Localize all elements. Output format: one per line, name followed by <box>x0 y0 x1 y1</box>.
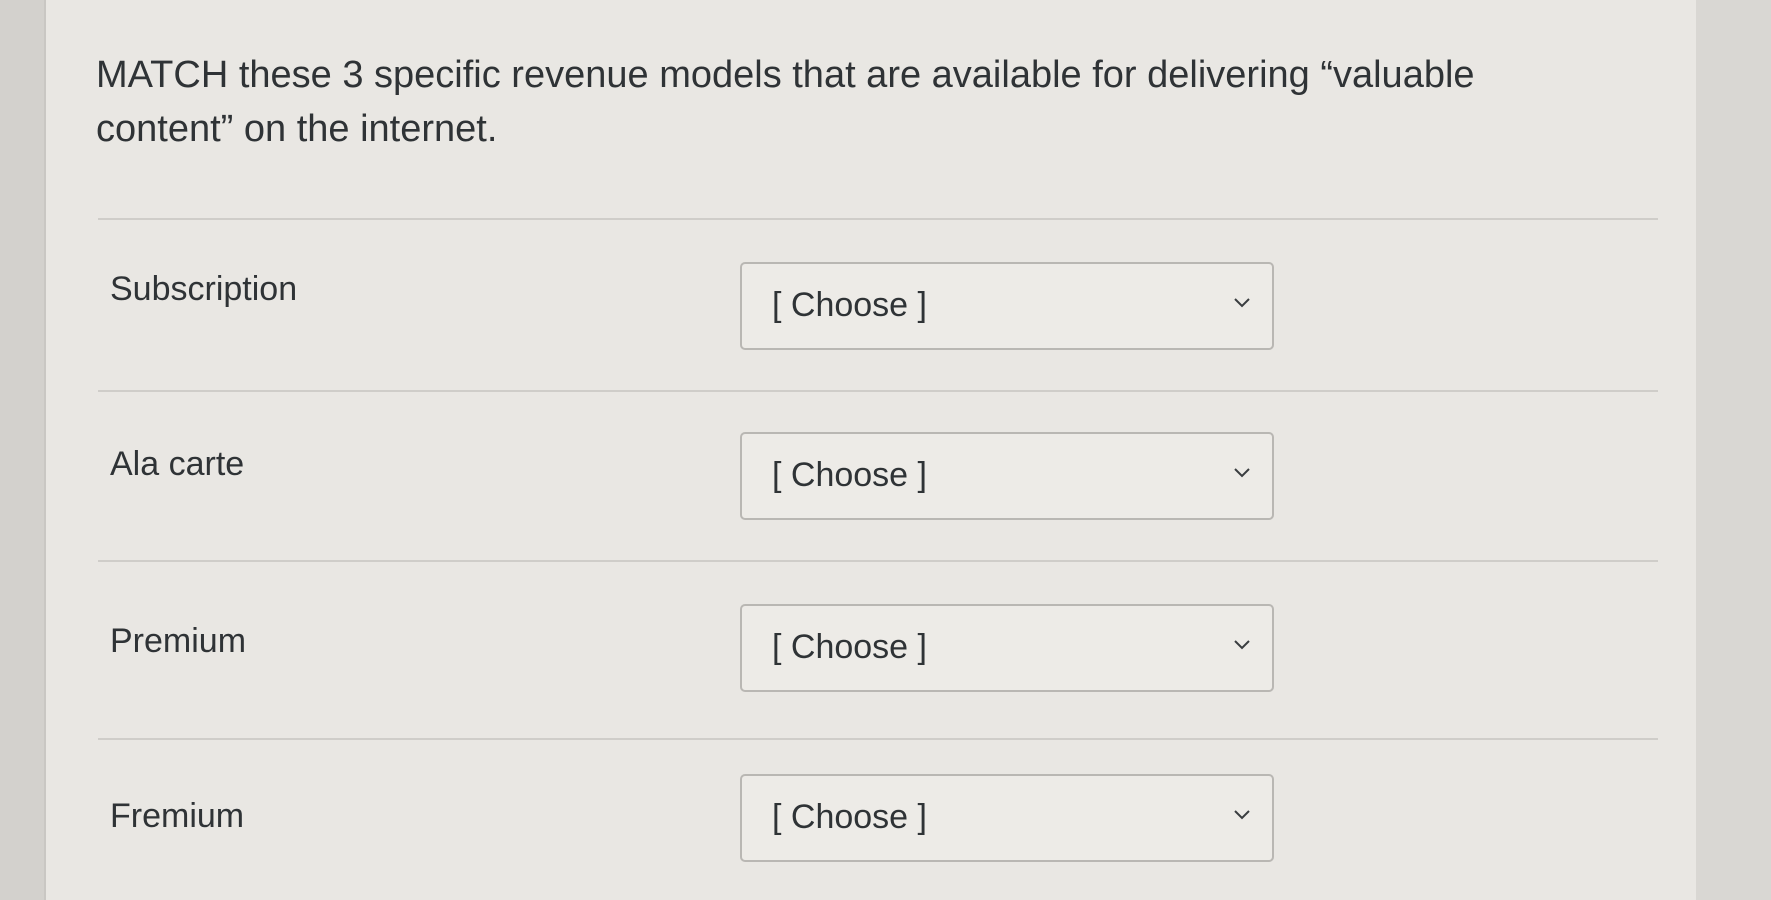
chevron-down-icon <box>1234 468 1250 482</box>
page-background-right <box>1696 0 1771 900</box>
divider <box>98 390 1658 392</box>
answer-select-fremium[interactable]: [ Choose ] <box>740 774 1274 862</box>
chevron-down-icon <box>1234 298 1250 312</box>
match-item-label: Fremium <box>110 797 245 835</box>
select-value: [ Choose ] <box>772 286 927 324</box>
question-text: MATCH these 3 specific revenue models th… <box>96 54 1475 150</box>
select-value: [ Choose ] <box>772 798 927 836</box>
select-value: [ Choose ] <box>772 456 927 494</box>
answer-select-ala-carte[interactable]: [ Choose ] <box>740 432 1274 520</box>
divider <box>98 560 1658 562</box>
select-value: [ Choose ] <box>772 628 927 666</box>
quiz-question-card: MATCH these 3 specific revenue models th… <box>44 0 1698 900</box>
match-item-label: Premium <box>110 622 247 660</box>
answer-select-premium[interactable]: [ Choose ] <box>740 604 1274 692</box>
divider <box>98 218 1658 220</box>
divider <box>98 738 1658 740</box>
chevron-down-icon <box>1234 640 1250 654</box>
chevron-down-icon <box>1234 810 1250 824</box>
page-background-left <box>0 0 44 900</box>
match-item-label: Ala carte <box>110 445 245 483</box>
answer-select-subscription[interactable]: [ Choose ] <box>740 262 1274 350</box>
match-item-label: Subscription <box>110 270 298 308</box>
